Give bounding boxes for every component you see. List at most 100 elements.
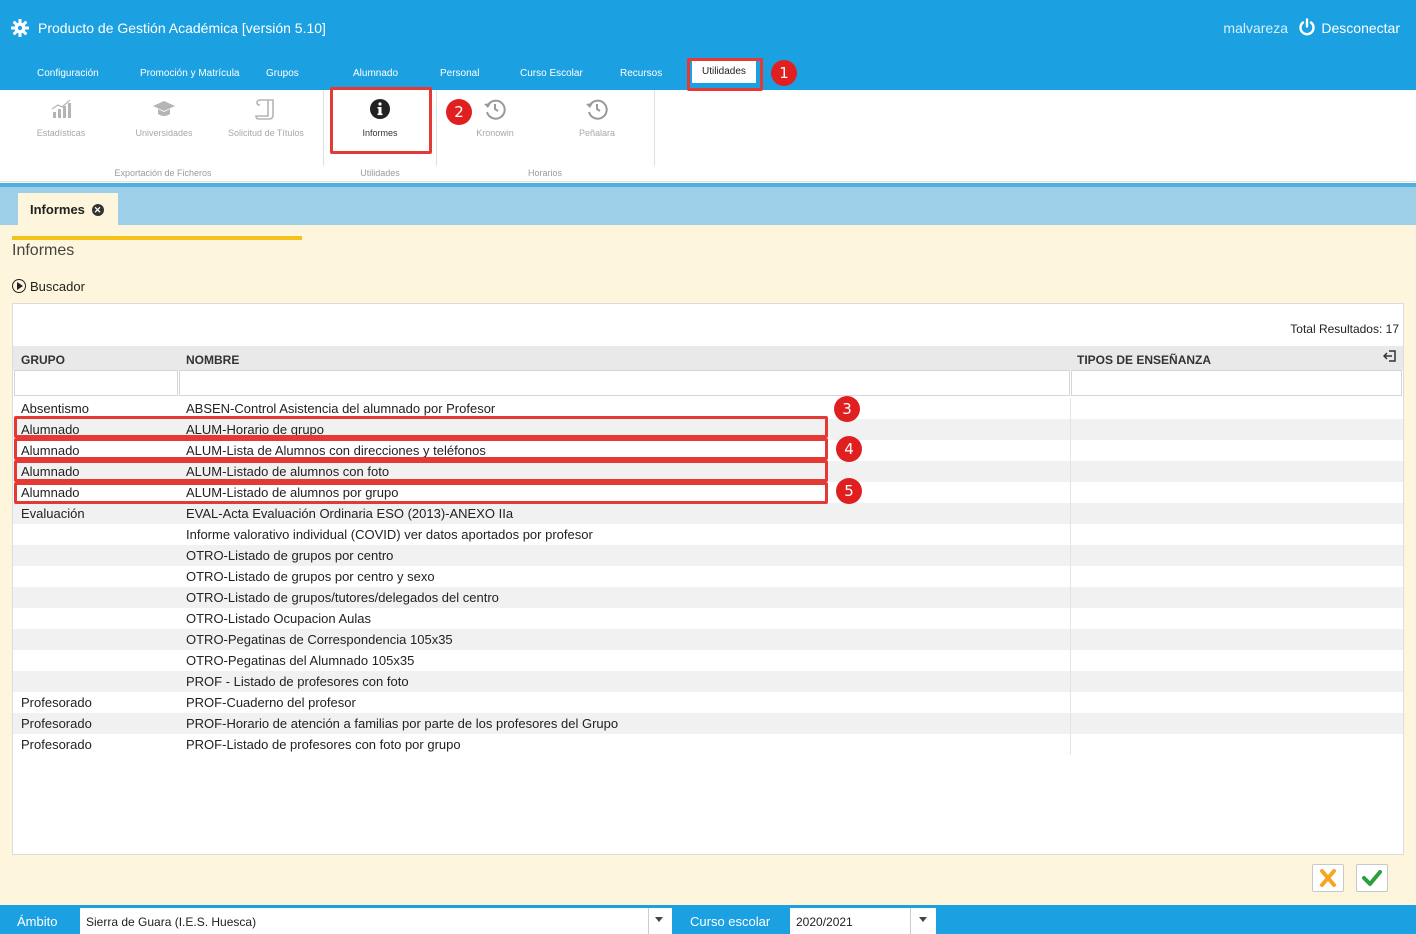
- menu-alumnado[interactable]: Alumnado: [353, 68, 398, 79]
- ribbon-divider: [323, 90, 324, 166]
- export-icon[interactable]: [1383, 349, 1397, 363]
- filter-tipos-input[interactable]: [1071, 370, 1402, 396]
- cell-nombre: OTRO-Listado de grupos/tutores/delegados…: [186, 590, 499, 605]
- select-divider: [648, 908, 649, 934]
- search-toggle-label: Buscador: [30, 279, 85, 294]
- filter-row: [13, 370, 1403, 396]
- cell-grupo: Profesorado: [21, 695, 92, 710]
- ribbon-divider: [654, 90, 655, 166]
- ribbon-divider: [436, 90, 437, 166]
- step-badge-1: 1: [771, 60, 797, 86]
- close-x-icon: [1320, 869, 1336, 887]
- gear-icon: [11, 19, 29, 37]
- curso-escolar-select[interactable]: 2020/2021: [790, 908, 936, 934]
- table-row[interactable]: OTRO-Pegatinas de Correspondencia 105x35: [13, 629, 1403, 650]
- solicitud-titulos-button[interactable]: Solicitud de Títulos: [223, 96, 309, 138]
- table-row[interactable]: OTRO-Listado Ocupacion Aulas: [13, 608, 1403, 629]
- group-utilidades: Utilidades: [360, 168, 400, 178]
- menu-recursos[interactable]: Recursos: [620, 68, 662, 79]
- tab-informes[interactable]: Informes ✕: [18, 193, 118, 225]
- accept-button[interactable]: [1356, 864, 1388, 892]
- table-row[interactable]: OTRO-Listado de grupos por centro y sexo: [13, 566, 1403, 587]
- highlight-utilidades: [687, 58, 763, 91]
- table-row[interactable]: Informe valorativo individual (COVID) ve…: [13, 524, 1403, 545]
- table-row[interactable]: Profesorado PROF-Cuaderno del profesor: [13, 692, 1403, 713]
- estadisticas-button[interactable]: Estadísticas: [18, 96, 104, 138]
- total-results: Total Resultados: 17: [1290, 322, 1399, 336]
- menu-promocion-matricula[interactable]: Promoción y Matrícula: [140, 68, 239, 79]
- table-row[interactable]: Profesorado PROF-Horario de atención a fa…: [13, 713, 1403, 734]
- logout-link[interactable]: Desconectar: [1321, 20, 1400, 36]
- title-bar: Producto de Gestión Académica [versión 5…: [0, 0, 1416, 56]
- app-title: Producto de Gestión Académica [versión 5…: [38, 20, 326, 36]
- history-icon: [484, 99, 506, 120]
- loading-bar: [12, 236, 302, 240]
- cell-nombre: PROF-Horario de atención a familias por …: [186, 716, 619, 731]
- play-circle-icon: [12, 279, 26, 293]
- cell-nombre: OTRO-Listado de grupos por centro y sexo: [186, 569, 435, 584]
- table-row[interactable]: OTRO-Listado de grupos/tutores/delegados…: [13, 587, 1403, 608]
- filter-grupo-input[interactable]: [14, 370, 178, 396]
- table-row[interactable]: OTRO-Pegatinas del Alumnado 105x35: [13, 650, 1403, 671]
- ribbon-toolbar: Estadísticas Universidades Solicitud de …: [0, 90, 1416, 182]
- step-badge-3: 3: [834, 396, 860, 422]
- chevron-down-icon[interactable]: [919, 917, 927, 922]
- step-badge-4: 4: [836, 436, 862, 462]
- cell-nombre: OTRO-Listado de grupos por centro: [186, 548, 394, 563]
- search-toggle[interactable]: Buscador: [12, 279, 85, 294]
- solicitud-titulos-label: Solicitud de Títulos: [228, 128, 304, 138]
- table-header: GRUPO NOMBRE TIPOS DE ENSEÑANZA: [13, 346, 1403, 370]
- cell-nombre: PROF-Listado de profesores con foto por …: [186, 737, 461, 752]
- scroll-icon: [255, 99, 274, 120]
- cell-nombre: PROF-Cuaderno del profesor: [186, 695, 356, 710]
- cell-nombre: Informe valorativo individual (COVID) ve…: [186, 527, 593, 542]
- kronowin-label: Kronowin: [476, 128, 514, 138]
- ambito-label: Ámbito: [17, 914, 58, 929]
- ambito-select[interactable]: Sierra de Guara (I.E.S. Huesca): [80, 908, 672, 934]
- cell-nombre: OTRO-Pegatinas del Alumnado 105x35: [186, 653, 415, 668]
- group-exportacion-ficheros: Exportación de Ficheros: [114, 168, 212, 178]
- column-header-nombre[interactable]: NOMBRE: [186, 353, 239, 367]
- highlight-row-direcciones: [14, 438, 828, 460]
- universidades-button[interactable]: Universidades: [121, 96, 207, 138]
- menu-configuracion[interactable]: Configuración: [37, 68, 99, 79]
- menu-personal[interactable]: Personal: [440, 68, 479, 79]
- content-area: Informes Buscador Total Resultados: 17 G…: [0, 225, 1416, 905]
- estadisticas-label: Estadísticas: [36, 128, 86, 138]
- chart-icon: [51, 99, 71, 118]
- cell-grupo: Evaluación: [21, 506, 85, 521]
- cell-grupo: Profesorado: [21, 737, 92, 752]
- username: malvareza: [1223, 20, 1288, 36]
- power-icon[interactable]: [1298, 18, 1316, 36]
- highlight-informes: [330, 87, 432, 154]
- table-row[interactable]: Profesorado PROF-Listado de profesores co…: [13, 734, 1403, 755]
- highlight-row-foto: [14, 460, 828, 482]
- filter-nombre-input[interactable]: [179, 370, 1070, 396]
- curso-escolar-label: Curso escolar: [690, 914, 771, 929]
- chevron-down-icon[interactable]: [655, 917, 663, 922]
- cell-grupo: Profesorado: [21, 716, 92, 731]
- column-divider: [1070, 398, 1071, 755]
- column-header-tipos-ensenanza[interactable]: TIPOS DE ENSEÑANZA: [1077, 353, 1211, 367]
- cell-nombre: EVAL-Acta Evaluación Ordinaria ESO (2013…: [186, 506, 514, 521]
- checkmark-icon: [1362, 870, 1382, 886]
- cell-nombre: PROF - Listado de profesores con foto: [186, 674, 409, 689]
- highlight-row-por-grupo: [14, 482, 828, 504]
- step-badge-2: 2: [446, 99, 472, 125]
- table-row[interactable]: OTRO-Listado de grupos por centro: [13, 545, 1403, 566]
- menu-grupos[interactable]: Grupos: [266, 68, 299, 79]
- step-badge-5: 5: [836, 478, 862, 504]
- close-icon[interactable]: ✕: [91, 204, 104, 216]
- graduation-cap-icon: [153, 101, 175, 116]
- penalara-button[interactable]: Peñalara: [554, 96, 640, 138]
- cell-nombre: OTRO-Pegatinas de Correspondencia 105x35: [186, 632, 453, 647]
- menu-curso-escolar[interactable]: Curso Escolar: [520, 68, 583, 79]
- cell-nombre: OTRO-Listado Ocupacion Aulas: [186, 611, 371, 626]
- tab-informes-label: Informes: [30, 202, 85, 217]
- cancel-button[interactable]: [1312, 864, 1344, 892]
- table-row[interactable]: Evaluación EVAL-Acta Evaluación Ordinaria…: [13, 503, 1403, 524]
- table-row[interactable]: PROF - Listado de profesores con foto: [13, 671, 1403, 692]
- results-panel: Total Resultados: 17 GRUPO NOMBRE TIPOS …: [12, 303, 1404, 855]
- column-header-grupo[interactable]: GRUPO: [21, 353, 65, 367]
- highlight-row-horario: [14, 416, 828, 438]
